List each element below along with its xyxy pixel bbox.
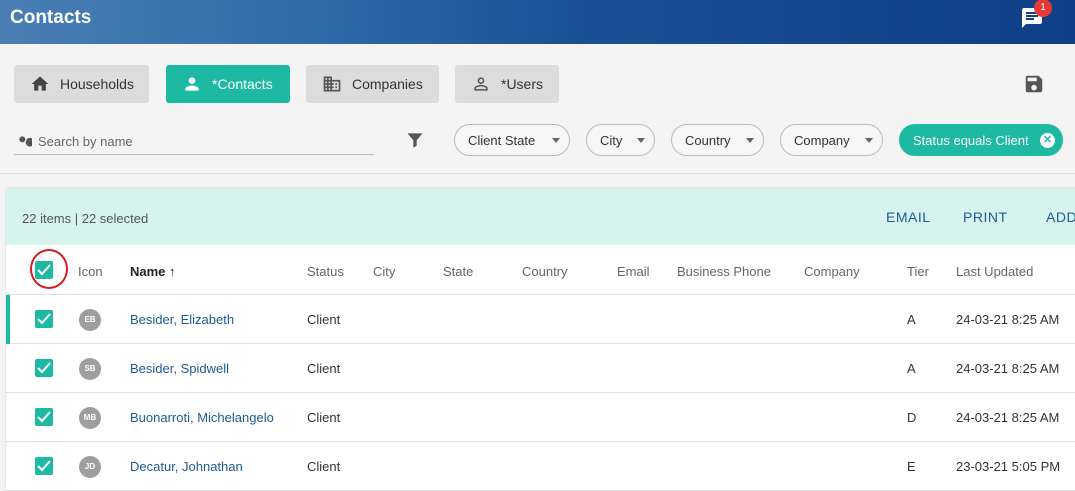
- users-label: *Users: [501, 76, 544, 92]
- contacts-button[interactable]: *Contacts: [166, 65, 290, 103]
- column-tier[interactable]: Tier: [907, 264, 929, 279]
- selection-bar: 22 items | 22 selected EMAIL PRINT ADD: [6, 188, 1075, 245]
- notification-badge: 1: [1034, 0, 1052, 17]
- users-button[interactable]: *Users: [455, 65, 559, 103]
- save-icon[interactable]: [1023, 73, 1045, 95]
- column-country[interactable]: Country: [522, 264, 568, 279]
- toolbar: Households *Contacts Companies *Users Cl…: [0, 44, 1075, 174]
- households-button[interactable]: Households: [14, 65, 149, 103]
- companies-button[interactable]: Companies: [306, 65, 439, 103]
- app-header: Contacts 1: [0, 0, 1075, 44]
- client-state-filter[interactable]: Client State: [454, 124, 570, 156]
- column-status[interactable]: Status: [307, 264, 344, 279]
- tier-cell: A: [907, 312, 916, 327]
- search-input[interactable]: [38, 129, 368, 153]
- company-filter[interactable]: Company: [780, 124, 883, 156]
- last-updated-cell: 24-03-21 8:25 AM: [956, 312, 1060, 327]
- contact-name-link[interactable]: Buonarroti, Michelangelo: [130, 410, 274, 425]
- status-cell: Client: [307, 410, 341, 425]
- chevron-down-icon: [746, 138, 754, 143]
- contacts-label: *Contacts: [212, 76, 273, 92]
- column-state[interactable]: State: [443, 264, 473, 279]
- avatar: MB: [79, 407, 101, 429]
- building-icon: [323, 76, 341, 92]
- column-name-label: Name: [130, 264, 166, 279]
- close-icon[interactable]: ✕: [1040, 133, 1055, 148]
- country-label: Country: [685, 132, 731, 148]
- column-city[interactable]: City: [373, 264, 395, 279]
- check-icon: [37, 411, 51, 423]
- column-company[interactable]: Company: [804, 264, 860, 279]
- check-icon: [37, 460, 51, 472]
- check-icon: [37, 362, 51, 374]
- contact-name-link[interactable]: Decatur, Johnathan: [130, 459, 243, 474]
- column-last-updated[interactable]: Last Updated: [956, 264, 1033, 279]
- email-button[interactable]: EMAIL: [886, 209, 931, 225]
- city-filter[interactable]: City: [586, 124, 655, 156]
- highlight-annotation: [30, 249, 68, 289]
- status-cell: Client: [307, 459, 341, 474]
- table-row[interactable]: SB Besider, Spidwell Client A 24-03-21 8…: [6, 344, 1075, 393]
- city-label: City: [600, 132, 623, 148]
- column-name[interactable]: Name ↑: [130, 264, 176, 279]
- selection-count: 22 items | 22 selected: [22, 211, 149, 226]
- avatar: SB: [79, 358, 101, 380]
- avatar: EB: [79, 309, 101, 331]
- print-button[interactable]: PRINT: [963, 209, 1008, 225]
- last-updated-cell: 24-03-21 8:25 AM: [956, 361, 1060, 376]
- country-filter[interactable]: Country: [671, 124, 764, 156]
- status-cell: Client: [307, 361, 341, 376]
- status-cell: Client: [307, 312, 341, 327]
- client-state-label: Client State: [468, 132, 536, 148]
- avatar: JD: [79, 456, 101, 478]
- tier-cell: D: [907, 410, 917, 425]
- column-icon: Icon: [78, 264, 103, 279]
- table-header: Icon Name ↑ Status City State Country Em…: [6, 245, 1075, 295]
- row-checkbox[interactable]: [35, 457, 53, 475]
- arrow-up-icon: ↑: [169, 264, 176, 279]
- person-icon: [185, 77, 199, 91]
- table-row[interactable]: EB Besider, Elizabeth Client A 24-03-21 …: [6, 295, 1075, 344]
- contact-name-link[interactable]: Besider, Elizabeth: [130, 312, 234, 327]
- tier-cell: E: [907, 459, 916, 474]
- table-row[interactable]: JD Decatur, Johnathan Client E 23-03-21 …: [6, 442, 1075, 491]
- home-icon: [31, 76, 49, 91]
- chevron-down-icon: [552, 138, 560, 143]
- status-filter-label: Status equals Client: [913, 132, 1029, 148]
- search-icon: [19, 136, 32, 147]
- chat-button[interactable]: 1: [1020, 0, 1052, 30]
- column-business-phone[interactable]: Business Phone: [677, 264, 771, 279]
- row-checkbox[interactable]: [35, 359, 53, 377]
- table-row[interactable]: MB Buonarroti, Michelangelo Client D 24-…: [6, 393, 1075, 442]
- status-filter-chip[interactable]: Status equals Client ✕: [899, 124, 1063, 156]
- filter-icon[interactable]: [405, 130, 425, 150]
- page-title: Contacts: [10, 7, 92, 28]
- companies-label: Companies: [352, 76, 423, 92]
- contacts-table: 22 items | 22 selected EMAIL PRINT ADD I…: [6, 188, 1075, 491]
- last-updated-cell: 24-03-21 8:25 AM: [956, 410, 1060, 425]
- contact-name-link[interactable]: Besider, Spidwell: [130, 361, 229, 376]
- search-box: [14, 129, 374, 155]
- check-icon: [37, 313, 51, 325]
- row-checkbox[interactable]: [35, 310, 53, 328]
- chevron-down-icon: [865, 138, 873, 143]
- person-outline-icon: [474, 77, 488, 91]
- company-label: Company: [794, 132, 850, 148]
- row-checkbox[interactable]: [35, 408, 53, 426]
- households-label: Households: [60, 76, 134, 92]
- add-button[interactable]: ADD: [1046, 209, 1075, 225]
- last-updated-cell: 23-03-21 5:05 PM: [956, 459, 1061, 474]
- column-email[interactable]: Email: [617, 264, 650, 279]
- chevron-down-icon: [637, 138, 645, 143]
- tier-cell: A: [907, 361, 916, 376]
